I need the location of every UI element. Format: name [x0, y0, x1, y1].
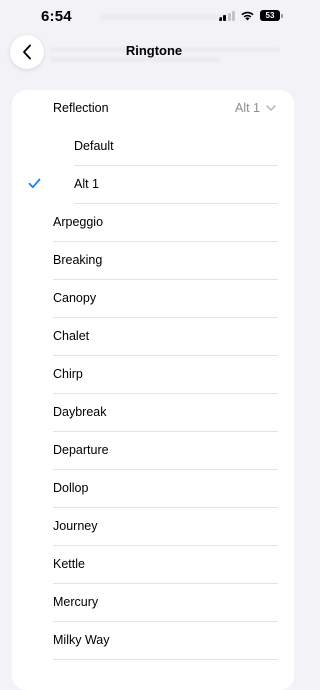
- ringtone-group-selected: Alt 1: [234, 101, 260, 115]
- ringtone-item[interactable]: Canopy: [12, 280, 294, 318]
- ringtone-label: Arpeggio: [53, 215, 104, 229]
- battery-icon: 53: [260, 10, 283, 21]
- ringtone-variant-alt-1[interactable]: Alt 1: [12, 166, 294, 204]
- ringtone-label: Canopy: [53, 291, 97, 305]
- ringtone-item[interactable]: Daybreak: [12, 394, 294, 432]
- status-time: 6:54: [41, 8, 72, 25]
- ringtone-group-value: Alt 1: [235, 101, 276, 115]
- ringtone-item[interactable]: Kettle: [12, 546, 294, 584]
- ringtone-group-reflection[interactable]: Reflection Alt 1: [12, 90, 294, 128]
- ringtone-label: Mercury: [53, 595, 99, 609]
- chevron-down-icon: [266, 105, 276, 111]
- ringtone-variant-label: Default: [74, 139, 114, 153]
- ringtone-variant-label: Alt 1: [74, 177, 100, 191]
- ringtone-label: Kettle: [53, 557, 85, 571]
- ringtone-label: Milky Way: [53, 633, 110, 647]
- ringtone-item[interactable]: Arpeggio: [12, 204, 294, 242]
- ringtone-variant-default[interactable]: Default: [12, 128, 294, 166]
- status-icons: 53: [218, 10, 283, 21]
- ringtone-label: Chalet: [53, 329, 90, 343]
- ringtone-item[interactable]: Journey: [12, 508, 294, 546]
- ringtone-list: Reflection Alt 1 Default Alt 1 Arpeggio …: [12, 90, 294, 690]
- ringtone-label: Departure: [53, 443, 109, 457]
- ringtone-item[interactable]: Dollop: [12, 470, 294, 508]
- battery-level: 53: [265, 11, 275, 20]
- ringtone-item[interactable]: Milky Way: [12, 622, 294, 660]
- page-title: Ringtone: [125, 43, 183, 58]
- ringtone-label: Chirp: [53, 367, 83, 381]
- checkmark-icon: [28, 178, 41, 189]
- ringtone-item[interactable]: Mercury: [12, 584, 294, 622]
- nav-bar: Ringtone: [0, 34, 308, 74]
- ringtone-item[interactable]: Departure: [12, 432, 294, 470]
- ringtone-label: Dollop: [53, 481, 89, 495]
- ringtone-label: Journey: [53, 519, 98, 533]
- signal-icon: [218, 10, 235, 21]
- ringtone-group-name: Reflection: [53, 101, 109, 115]
- ringtone-item[interactable]: Chalet: [12, 318, 294, 356]
- ringtone-item[interactable]: Chirp: [12, 356, 294, 394]
- ringtone-item[interactable]: Breaking: [12, 242, 294, 280]
- wifi-icon: [241, 11, 254, 21]
- ringtone-label: Breaking: [53, 253, 103, 267]
- divider: [53, 659, 278, 660]
- ringtone-label: Daybreak: [53, 405, 107, 419]
